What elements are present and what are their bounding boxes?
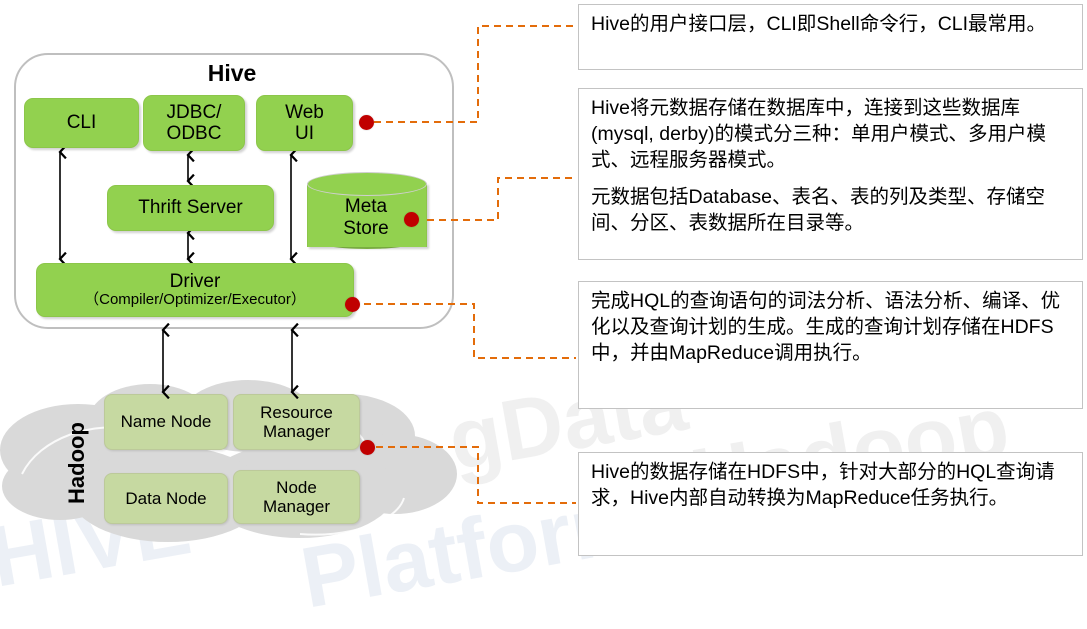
callout-paragraph: 完成HQL的查询语句的词法分析、语法分析、编译、优化以及查询计划的生成。生成的查… bbox=[591, 290, 1061, 364]
callout-hadoop-description: Hive的数据存储在HDFS中，针对大部分的HQL查询请求，Hive内部自动转换… bbox=[578, 452, 1083, 556]
diagram-canvas: gData Hadoop HIVE Platform Hadoop Name N… bbox=[0, 0, 1087, 627]
callout-paragraph: 元数据包括Database、表名、表的列及类型、存储空间、分区、表数据所在目录等… bbox=[591, 185, 1045, 234]
callout-paragraph: Hive的数据存储在HDFS中，针对大部分的HQL查询请求，Hive内部自动转换… bbox=[591, 461, 1055, 509]
callout-user-interface-layer: Hive的用户接口层，CLI即Shell命令行，CLI最常用。 bbox=[578, 4, 1083, 70]
callout-paragraph: Hive的用户接口层，CLI即Shell命令行，CLI最常用。 bbox=[591, 13, 1047, 35]
callout-driver-description: 完成HQL的查询语句的词法分析、语法分析、编译、优化以及查询计划的生成。生成的查… bbox=[578, 281, 1083, 409]
callout-marker-hadoop[interactable] bbox=[360, 440, 375, 455]
callout-marker-meta-store[interactable] bbox=[404, 212, 419, 227]
callout-marker-web-ui[interactable] bbox=[359, 115, 374, 130]
callout-meta-store-description: Hive将元数据存储在数据库中，连接到这些数据库(mysql, derby)的模… bbox=[578, 88, 1083, 260]
callout-marker-driver[interactable] bbox=[345, 297, 360, 312]
callout-paragraph: Hive将元数据存储在数据库中，连接到这些数据库(mysql, derby)的模… bbox=[591, 97, 1047, 171]
